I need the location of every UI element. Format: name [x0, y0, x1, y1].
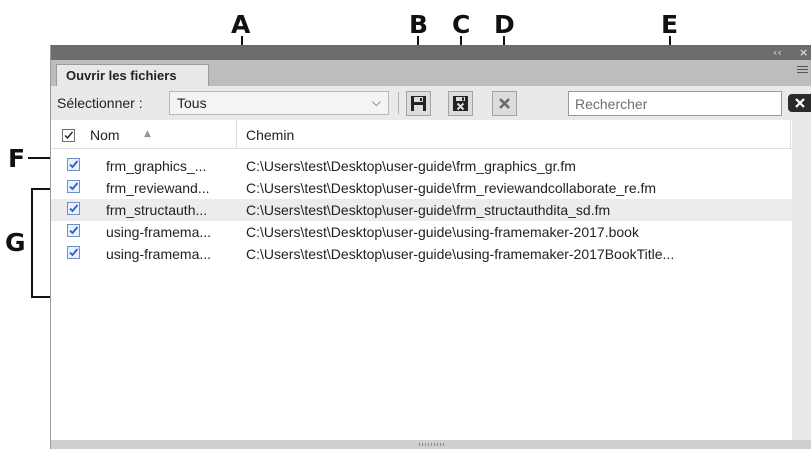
- callout-c: C: [452, 10, 471, 39]
- tab-open-files[interactable]: Ouvrir les fichiers: [56, 64, 209, 86]
- panel-close-icon[interactable]: ×: [799, 46, 808, 59]
- collapse-icon[interactable]: ‹‹: [773, 46, 782, 59]
- select-label: Sélectionner :: [57, 95, 143, 111]
- file-name: using-framema...: [106, 246, 212, 262]
- search-input[interactable]: [569, 92, 775, 114]
- checkmark-icon: [69, 182, 79, 191]
- clear-icon: [795, 98, 805, 108]
- save-and-close-button[interactable]: [448, 91, 473, 116]
- column-divider[interactable]: [236, 120, 237, 148]
- save-close-icon: [453, 96, 468, 111]
- callout-d: D: [494, 10, 515, 39]
- table-row[interactable]: using-framema... C:\Users\test\Desktop\u…: [51, 243, 792, 265]
- column-divider[interactable]: [790, 120, 791, 148]
- panel-menu-icon[interactable]: [797, 66, 808, 75]
- file-name: using-framema...: [106, 224, 212, 240]
- file-list: Nom ▲ Chemin frm_graphics_... C:\Users\t…: [51, 120, 792, 440]
- file-path: C:\Users\test\Desktop\user-guide\frm_str…: [246, 202, 611, 218]
- chevron-down-icon: ⌵: [371, 95, 381, 109]
- table-row[interactable]: frm_structauth... C:\Users\test\Desktop\…: [51, 199, 792, 221]
- callout-f: F: [8, 144, 26, 173]
- row-checkbox[interactable]: [67, 246, 80, 259]
- search-field[interactable]: [568, 91, 782, 116]
- file-name: frm_reviewand...: [106, 180, 210, 196]
- checkmark-icon: [69, 226, 79, 235]
- right-gutter: [792, 120, 811, 440]
- callout-g-bracket-vertical: [31, 188, 33, 298]
- toolbar-divider: [398, 92, 399, 114]
- file-path: C:\Users\test\Desktop\user-guide\using-f…: [246, 224, 639, 240]
- column-header-path[interactable]: Chemin: [246, 127, 294, 143]
- row-checkbox[interactable]: [67, 224, 80, 237]
- row-checkbox[interactable]: [67, 202, 80, 215]
- file-path: C:\Users\test\Desktop\user-guide\using-f…: [246, 246, 675, 262]
- close-file-button[interactable]: [492, 91, 517, 116]
- file-path: C:\Users\test\Desktop\user-guide\frm_gra…: [246, 158, 576, 174]
- panel-titlebar: ‹‹ ×: [51, 45, 811, 60]
- table-row[interactable]: using-framema... C:\Users\test\Desktop\u…: [51, 221, 792, 243]
- checkmark-icon: [69, 160, 79, 169]
- close-icon: [499, 98, 510, 109]
- select-all-checkbox[interactable]: [62, 129, 75, 142]
- open-files-panel: ‹‹ × Ouvrir les fichiers Sélectionner : …: [50, 45, 811, 449]
- file-name: frm_graphics_...: [106, 158, 207, 174]
- table-row[interactable]: frm_reviewand... C:\Users\test\Desktop\u…: [51, 177, 792, 199]
- callout-e: E: [661, 10, 679, 39]
- sort-ascending-icon[interactable]: ▲: [144, 129, 151, 139]
- clear-search-button[interactable]: [788, 94, 811, 112]
- file-filter-dropdown[interactable]: Tous ⌵: [169, 91, 389, 115]
- save-icon: [411, 96, 426, 111]
- table-row[interactable]: frm_graphics_... C:\Users\test\Desktop\u…: [51, 155, 792, 177]
- checkmark-icon: [69, 248, 79, 257]
- file-path: C:\Users\test\Desktop\user-guide\frm_rev…: [246, 180, 657, 196]
- resize-grip-icon[interactable]: [419, 443, 445, 446]
- callout-g: G: [5, 228, 26, 257]
- toolbar: Sélectionner : Tous ⌵: [51, 86, 811, 120]
- list-header: Nom ▲ Chemin: [51, 120, 792, 149]
- resize-strip[interactable]: [51, 440, 811, 449]
- file-name: frm_structauth...: [106, 202, 208, 218]
- row-checkbox[interactable]: [67, 180, 80, 193]
- tab-strip: Ouvrir les fichiers: [51, 60, 811, 86]
- callout-b: B: [409, 10, 429, 39]
- save-button[interactable]: [406, 91, 431, 116]
- callout-a: A: [231, 10, 251, 39]
- row-checkbox[interactable]: [67, 158, 80, 171]
- select-value: Tous: [177, 95, 207, 111]
- column-header-name[interactable]: Nom: [90, 127, 120, 143]
- checkmark-icon: [69, 204, 79, 213]
- checkmark-icon: [64, 131, 74, 140]
